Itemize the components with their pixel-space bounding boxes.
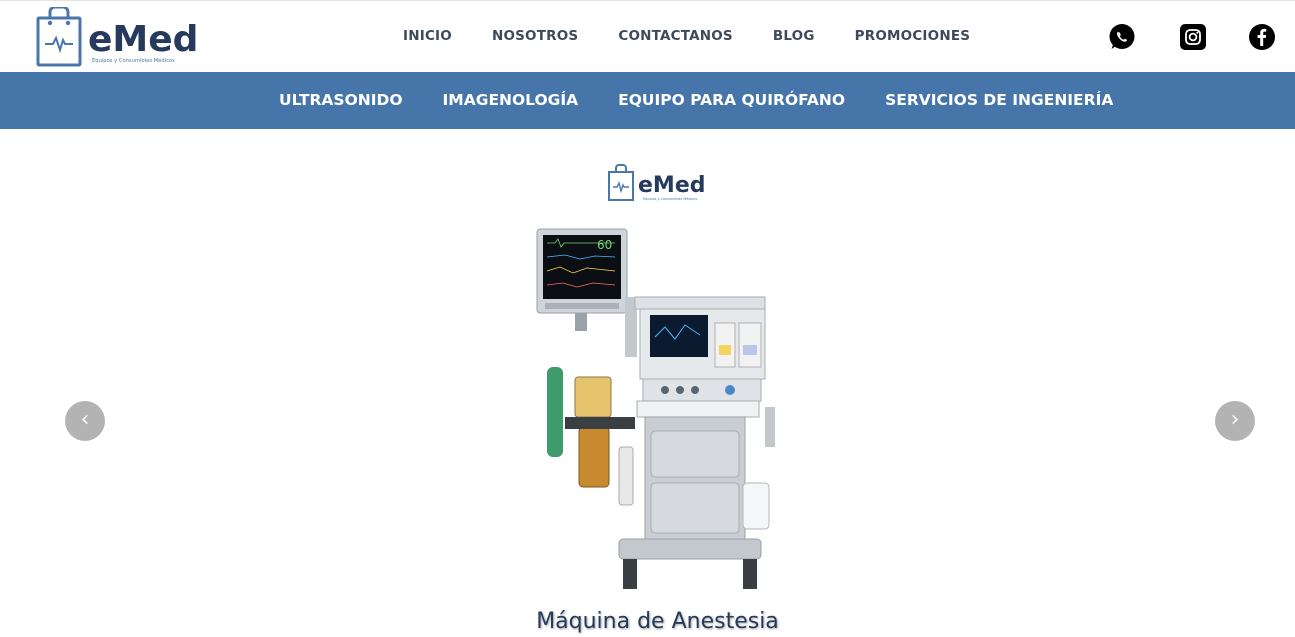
nav-promociones[interactable]: PROMOCIONES bbox=[855, 28, 971, 44]
product-slider: eMed Equipos y Consumibles Médicos 60 ‹ … bbox=[0, 129, 1295, 637]
slider-next-button[interactable]: › bbox=[1215, 401, 1255, 441]
emed-logo[interactable]: eMed Equipos y Consumibles Médicos bbox=[36, 7, 201, 67]
slider-prev-button[interactable]: ‹ bbox=[65, 401, 105, 441]
page: eMed Equipos y Consumibles Médicos INICI… bbox=[0, 0, 1295, 637]
nav-nosotros[interactable]: NOSOTROS bbox=[492, 28, 578, 44]
site-header: eMed Equipos y Consumibles Médicos INICI… bbox=[0, 1, 1295, 72]
category-nav: ULTRASONIDO IMAGENOLOGÍA EQUIPO PARA QUI… bbox=[279, 91, 1113, 109]
svg-text:60: 60 bbox=[597, 238, 612, 252]
nav-inicio[interactable]: INICIO bbox=[403, 28, 452, 44]
slide-emed-logo: eMed Equipos y Consumibles Médicos bbox=[608, 164, 705, 201]
category-equipo-quirofano[interactable]: EQUIPO PARA QUIRÓFANO bbox=[618, 91, 845, 109]
facebook-icon[interactable] bbox=[1248, 23, 1276, 51]
nav-contactanos[interactable]: CONTACTANOS bbox=[618, 28, 733, 44]
slide-title: Máquina de Anestesia bbox=[536, 609, 779, 634]
whatsapp-icon[interactable] bbox=[1108, 23, 1136, 51]
svg-text:eMed: eMed bbox=[88, 19, 198, 60]
category-servicios-ingenieria[interactable]: SERVICIOS DE INGENIERÍA bbox=[885, 91, 1113, 109]
instagram-icon[interactable] bbox=[1179, 23, 1207, 51]
anesthesia-machine-image: 60 bbox=[536, 228, 775, 589]
category-ultrasonido[interactable]: ULTRASONIDO bbox=[279, 91, 403, 109]
svg-text:eMed: eMed bbox=[638, 173, 705, 198]
main-nav: INICIO NOSOTROS CONTACTANOS BLOG PROMOCI… bbox=[403, 28, 970, 44]
category-imagenologia[interactable]: IMAGENOLOGÍA bbox=[443, 91, 579, 109]
nav-blog[interactable]: BLOG bbox=[773, 28, 815, 44]
svg-text:Equipos y Consumibles Médicos: Equipos y Consumibles Médicos bbox=[92, 57, 175, 64]
category-nav-bar: ULTRASONIDO IMAGENOLOGÍA EQUIPO PARA QUI… bbox=[0, 72, 1295, 129]
svg-text:Equipos y Consumibles Médicos: Equipos y Consumibles Médicos bbox=[643, 197, 697, 201]
